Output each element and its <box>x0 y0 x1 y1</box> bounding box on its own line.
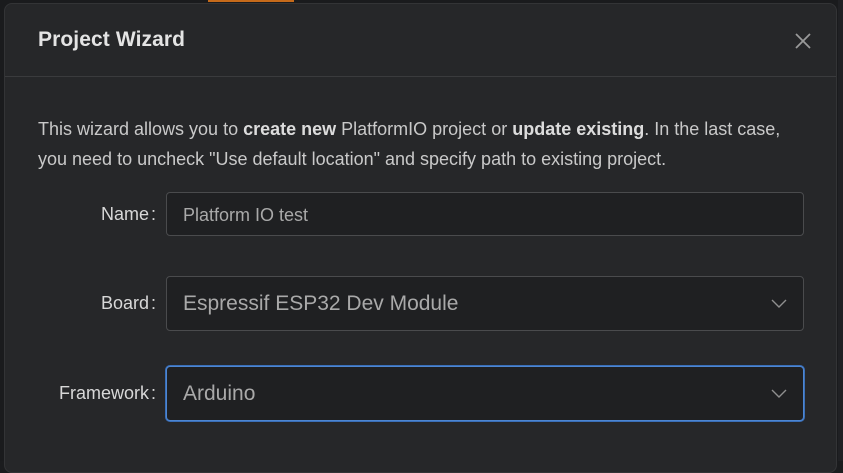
name-input-value: Platform IO test <box>183 205 309 225</box>
description-emphasis: update existing <box>512 119 645 139</box>
board-row: Board: Espressif ESP32 Dev Module <box>5 276 836 331</box>
active-tab-indicator <box>208 0 294 2</box>
description-emphasis: create new <box>243 119 337 139</box>
dialog-header: Project Wizard <box>5 4 836 77</box>
chevron-down-icon <box>771 389 787 398</box>
framework-label: Framework: <box>58 383 156 403</box>
wizard-description: This wizard allows you to create new Pla… <box>38 114 798 174</box>
backdrop-edge <box>838 0 843 461</box>
description-text: This wizard allows you to <box>38 119 244 139</box>
framework-select-value: Arduino <box>183 382 256 405</box>
description-text: PlatformIO project or <box>336 119 513 139</box>
close-icon[interactable] <box>792 30 814 52</box>
board-select[interactable]: Espressif ESP32 Dev Module <box>166 276 804 331</box>
name-row: Name: Platform IO test <box>5 192 836 236</box>
board-select-value: Espressif ESP32 Dev Module <box>183 292 459 315</box>
name-label: Name: <box>100 204 156 224</box>
name-input[interactable]: Platform IO test <box>166 192 804 236</box>
dialog-title: Project Wizard <box>38 28 186 51</box>
framework-row: Framework: Arduino <box>5 366 836 421</box>
framework-select[interactable]: Arduino <box>166 366 804 421</box>
board-label: Board: <box>100 293 156 313</box>
project-wizard-dialog: Project Wizard This wizard allows you to… <box>4 3 837 473</box>
chevron-down-icon <box>771 299 787 308</box>
